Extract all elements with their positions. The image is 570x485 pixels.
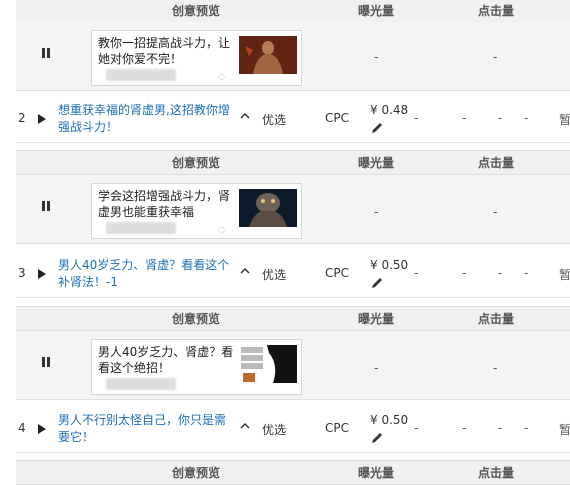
- clicks-value: -: [493, 205, 498, 219]
- col-impressions: 曝光量: [358, 156, 395, 170]
- metric-2: -: [462, 266, 467, 280]
- col-preview: 创意预览: [172, 312, 221, 326]
- play-icon[interactable]: [38, 269, 46, 279]
- chevron-up-icon[interactable]: [240, 266, 250, 276]
- status-label: 暂: [559, 268, 570, 282]
- creative-thumbnail: [239, 36, 297, 74]
- play-icon[interactable]: [38, 114, 46, 124]
- clicks-value: -: [493, 361, 498, 375]
- pause-icon[interactable]: [42, 48, 50, 58]
- ad-tier: 优选: [262, 423, 287, 437]
- col-preview: 创意预览: [172, 156, 221, 170]
- pause-icon[interactable]: [42, 201, 50, 211]
- col-clicks: 点击量: [478, 4, 515, 18]
- chevron-up-icon[interactable]: [240, 111, 250, 121]
- advertiser-name-blurred: [106, 378, 176, 390]
- creative-subheader: 创意预览 曝光量 点击量: [16, 0, 570, 23]
- creative-card[interactable]: 男人40岁乏力、肾虚？看看这个绝招！: [91, 339, 302, 395]
- col-clicks: 点击量: [478, 156, 515, 170]
- col-preview: 创意预览: [172, 4, 221, 18]
- col-impressions: 曝光量: [358, 4, 395, 18]
- impressions-value: -: [374, 205, 379, 219]
- col-preview: 创意预览: [172, 466, 221, 480]
- play-icon[interactable]: [38, 424, 46, 434]
- status-label: 暂: [559, 423, 570, 437]
- ad-number: 2: [18, 111, 26, 125]
- metric-1: -: [414, 266, 419, 280]
- col-impressions: 曝光量: [358, 466, 395, 480]
- ad-row[interactable]: 3 男人40岁乏力、肾虚？看看这个补肾法！-1 优选 CPC ¥ 0.50 - …: [16, 253, 570, 298]
- metric-1: -: [414, 111, 419, 125]
- creative-row: 学会这招增强战斗力，肾虚男也能重获幸福 ◌ - -: [16, 175, 570, 244]
- comment-icon: ◌: [218, 72, 225, 81]
- chevron-up-icon[interactable]: [240, 421, 250, 431]
- billing-type: CPC: [325, 266, 349, 280]
- creative-subheader: 创意预览 曝光量 点击量: [16, 306, 570, 331]
- creative-subheader: 创意预览 曝光量 点击量: [16, 150, 570, 175]
- col-impressions: 曝光量: [358, 312, 395, 326]
- ad-tier: 优选: [262, 113, 287, 127]
- creative-row: 男人40岁乏力、肾虚？看看这个绝招！ - -: [16, 331, 570, 400]
- metric-4: -: [524, 266, 529, 280]
- advertiser-name-blurred: [106, 222, 176, 234]
- pause-icon[interactable]: [42, 357, 50, 367]
- metric-4: -: [524, 111, 529, 125]
- metric-3: -: [498, 421, 503, 435]
- col-clicks: 点击量: [478, 312, 515, 326]
- creative-thumbnail: [239, 189, 297, 227]
- creative-text: 男人40岁乏力、肾虚？看看这个绝招！: [98, 345, 234, 375]
- ad-title-link[interactable]: 男人40岁乏力、肾虚？看看这个补肾法！-1: [58, 257, 236, 291]
- creative-card[interactable]: 学会这招增强战斗力，肾虚男也能重获幸福 ◌: [91, 183, 302, 239]
- metric-4: -: [524, 421, 529, 435]
- bid-price: ¥ 0.50: [370, 258, 409, 272]
- ad-number: 3: [18, 266, 26, 280]
- advertiser-name-blurred: [106, 69, 176, 81]
- creative-thumbnail: [239, 345, 297, 383]
- metric-1: -: [414, 421, 419, 435]
- ad-tier: 优选: [262, 268, 287, 282]
- bid-price: ¥ 0.48: [370, 103, 409, 117]
- clicks-value: -: [493, 50, 498, 64]
- billing-type: CPC: [325, 111, 349, 125]
- creative-subheader: 创意预览 曝光量 点击量: [16, 460, 570, 485]
- metric-2: -: [462, 421, 467, 435]
- comment-icon: ◌: [218, 225, 225, 234]
- status-label: 暂: [559, 113, 570, 127]
- col-clicks: 点击量: [478, 466, 515, 480]
- creative-row: 教你一招提高战斗力，让她对你爱不完！ ◌ - -: [16, 22, 570, 91]
- ad-row[interactable]: 2 想重获幸福的肾虚男,这招教你增强战斗力！ 优选 CPC ¥ 0.48 - -…: [16, 98, 570, 143]
- metric-2: -: [462, 111, 467, 125]
- impressions-value: -: [374, 361, 379, 375]
- ad-title-link[interactable]: 想重获幸福的肾虚男,这招教你增强战斗力！: [58, 102, 236, 136]
- creative-card[interactable]: 教你一招提高战斗力，让她对你爱不完！ ◌: [91, 30, 302, 86]
- metric-3: -: [498, 266, 503, 280]
- ad-number: 4: [18, 421, 26, 435]
- pencil-icon[interactable]: [370, 121, 384, 135]
- impressions-value: -: [374, 50, 379, 64]
- pencil-icon[interactable]: [370, 276, 384, 290]
- ad-title-link[interactable]: 男人不行别太怪自己，你只是需要它！: [58, 412, 236, 446]
- bid-price: ¥ 0.50: [370, 413, 409, 427]
- creative-text: 教你一招提高战斗力，让她对你爱不完！: [98, 36, 231, 66]
- metric-3: -: [498, 111, 503, 125]
- pencil-icon[interactable]: [370, 431, 384, 445]
- billing-type: CPC: [325, 421, 349, 435]
- creative-text: 学会这招增强战斗力，肾虚男也能重获幸福: [98, 189, 231, 219]
- ad-row[interactable]: 4 男人不行别太怪自己，你只是需要它！ 优选 CPC ¥ 0.50 - - - …: [16, 408, 570, 453]
